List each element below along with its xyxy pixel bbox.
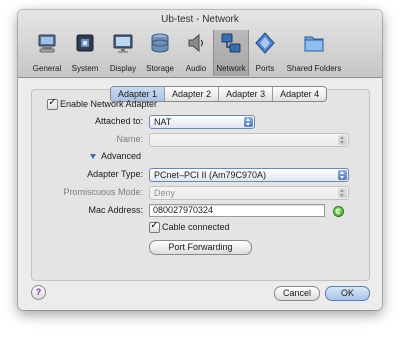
tab-adapter-4[interactable]: Adapter 4	[273, 87, 326, 101]
attached-to-select[interactable]: NAT	[149, 115, 255, 129]
toolbar-item-network[interactable]: Network	[213, 30, 249, 76]
network-icon	[221, 33, 241, 53]
storage-icon	[151, 33, 169, 53]
select-stepper-icon	[338, 188, 347, 198]
toolbar-item-ports[interactable]: Ports	[250, 30, 280, 76]
shared-folders-icon	[304, 36, 324, 52]
port-forwarding-button[interactable]: Port Forwarding	[149, 240, 252, 255]
toolbar-item-system[interactable]: System	[67, 30, 103, 76]
promiscuous-mode-select[interactable]: Deny	[149, 186, 349, 200]
name-select[interactable]	[149, 133, 349, 147]
mac-address-input[interactable]: 080027970324	[149, 204, 325, 217]
settings-window: Ub-test - Network General System Display…	[18, 10, 382, 310]
enable-adapter-label: Enable Network Adapter	[60, 99, 158, 109]
promiscuous-mode-label: Promiscuous Mode:	[63, 187, 143, 197]
select-stepper-icon	[338, 170, 347, 180]
mac-address-label: Mac Address:	[88, 205, 143, 215]
general-icon	[38, 34, 56, 53]
name-label: Name:	[116, 134, 143, 144]
tab-adapter-2[interactable]: Adapter 2	[165, 87, 220, 101]
window-title: Ub-test - Network	[161, 14, 239, 25]
select-stepper-icon	[338, 135, 347, 145]
toolbar-item-storage[interactable]: Storage	[142, 30, 178, 76]
cable-connected-label: Cable connected	[162, 222, 230, 232]
toolbar-item-audio[interactable]: Audio	[179, 30, 213, 76]
ports-icon	[255, 32, 275, 54]
checkmark-icon: ✓	[150, 220, 159, 231]
ok-button[interactable]: OK	[325, 286, 370, 301]
adapter-type-label: Adapter Type:	[87, 169, 143, 179]
toolbar-item-display[interactable]: Display	[105, 30, 141, 76]
adapter-type-select[interactable]: PCnet–PCI II (Am79C970A)	[149, 168, 349, 182]
advanced-disclosure-icon[interactable]	[90, 154, 96, 159]
enable-adapter-checkbox[interactable]: ✓	[47, 97, 58, 110]
display-icon	[113, 34, 133, 53]
tab-adapter-3[interactable]: Adapter 3	[219, 87, 274, 101]
checkmark-icon: ✓	[48, 97, 57, 108]
advanced-label[interactable]: Advanced	[101, 151, 141, 161]
system-icon	[76, 34, 94, 52]
toolbar-item-shared-folders[interactable]: Shared Folders	[282, 30, 346, 76]
refresh-mac-icon[interactable]	[333, 206, 344, 217]
help-button[interactable]: ?	[31, 285, 46, 300]
attached-to-label: Attached to:	[94, 116, 143, 126]
toolbar: Ub-test - Network General System Display…	[18, 10, 382, 78]
select-stepper-icon	[244, 117, 253, 127]
promiscuous-mode-value: Deny	[154, 188, 176, 198]
attached-to-value: NAT	[154, 117, 172, 127]
cable-connected-checkbox[interactable]: ✓	[149, 220, 160, 233]
audio-icon	[188, 33, 204, 53]
toolbar-item-general[interactable]: General	[28, 30, 66, 76]
cancel-button[interactable]: Cancel	[274, 286, 320, 301]
adapter-type-value: PCnet–PCI II (Am79C970A)	[154, 170, 267, 180]
